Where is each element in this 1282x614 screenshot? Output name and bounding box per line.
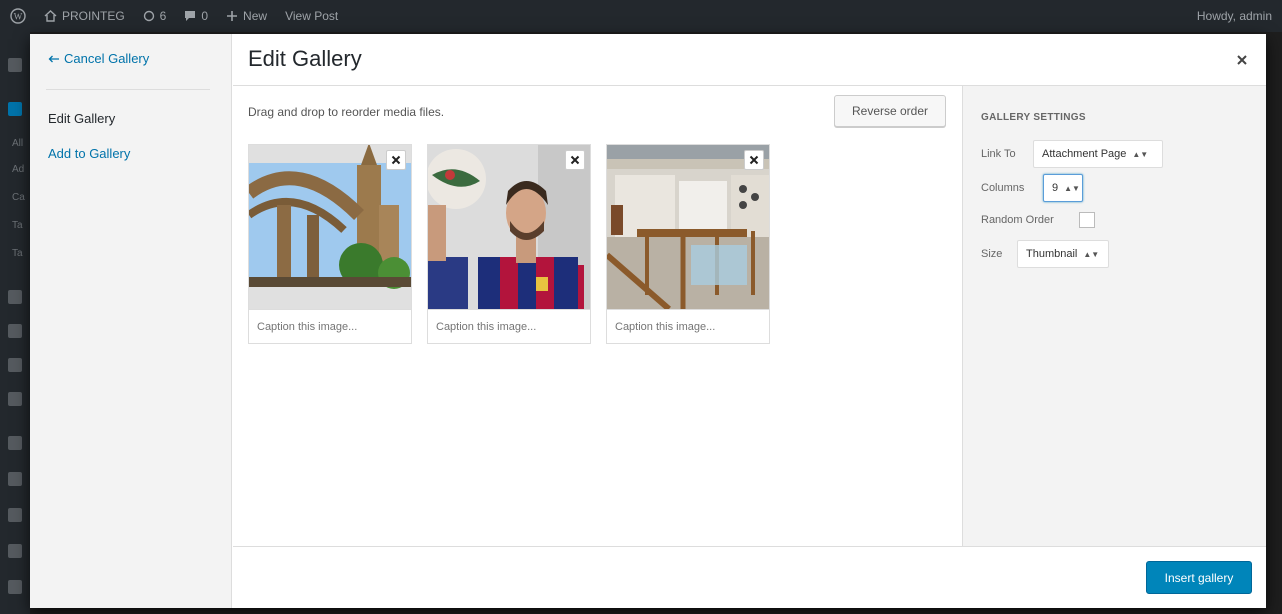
media-menu: Cancel Gallery Edit Gallery Add to Galle… — [30, 34, 232, 608]
pages-icon[interactable] — [8, 324, 22, 338]
updates-link[interactable]: 6 — [143, 9, 167, 23]
admin-side-menu: All Ad Ca Ta Ta — [0, 32, 30, 614]
media-icon[interactable] — [8, 290, 22, 304]
menu-separator — [46, 89, 210, 90]
modal-title-bar: Edit Gallery — [233, 34, 1266, 86]
home-icon — [44, 10, 57, 22]
site-name-link[interactable]: PROINTEG — [44, 9, 125, 23]
close-icon — [749, 155, 759, 165]
random-order-checkbox[interactable] — [1079, 212, 1095, 228]
remove-attachment-button[interactable] — [386, 150, 406, 170]
close-icon — [1237, 55, 1247, 65]
users-icon[interactable] — [8, 508, 22, 522]
comments-count: 0 — [201, 9, 209, 23]
gallery-settings-heading: GALLERY SETTINGS — [981, 112, 1086, 123]
menu-text-all: All — [12, 138, 24, 149]
menu-text-categories: Ca — [12, 192, 25, 203]
admin-bar: W PROINTEG 6 0 New View Post Howdy, admi… — [0, 0, 1282, 32]
caption-input[interactable] — [249, 309, 411, 343]
comments-menu-icon[interactable] — [8, 358, 22, 372]
tools-icon[interactable] — [8, 544, 22, 558]
comments-link[interactable]: 0 — [184, 9, 208, 23]
feedback-icon[interactable] — [8, 392, 22, 406]
gallery-attachment[interactable] — [248, 144, 412, 344]
select-arrows-icon: ▲▼ — [1064, 183, 1080, 193]
page-title: Edit Gallery — [248, 46, 362, 71]
caption-input[interactable] — [607, 309, 769, 343]
plugins-icon[interactable] — [8, 472, 22, 486]
gallery-settings-sidebar: GALLERY SETTINGS Link To Attachment Page… — [962, 86, 1266, 546]
close-modal-button[interactable] — [1230, 48, 1254, 72]
columns-label: Columns — [981, 182, 1025, 194]
size-value: Thumbnail — [1026, 248, 1078, 260]
arrow-left-icon — [48, 55, 59, 62]
media-modal: Cancel Gallery Edit Gallery Add to Galle… — [30, 34, 1266, 608]
dashboard-icon[interactable] — [8, 58, 22, 72]
close-icon — [570, 155, 580, 165]
howdy-user-menu[interactable]: Howdy, admin — [1197, 9, 1272, 23]
menu-item-add-to-gallery[interactable]: Add to Gallery — [48, 146, 130, 161]
menu-text-tags-2: Ta — [12, 248, 23, 259]
new-content-link[interactable]: New — [226, 9, 267, 23]
posts-icon[interactable] — [8, 102, 22, 116]
link-to-select[interactable]: Attachment Page ▲▼ — [1033, 140, 1163, 168]
remove-attachment-button[interactable] — [565, 150, 585, 170]
cancel-gallery-label: Cancel Gallery — [64, 51, 150, 66]
columns-value: 9 — [1052, 182, 1059, 194]
remove-attachment-button[interactable] — [744, 150, 764, 170]
settings-icon[interactable] — [8, 580, 22, 594]
columns-select[interactable]: 9 ▲▼ — [1043, 174, 1083, 202]
menu-text-add: Ad — [12, 164, 25, 175]
random-order-label: Random Order — [981, 214, 1054, 226]
select-arrows-icon: ▲▼ — [1132, 149, 1149, 159]
reverse-order-button[interactable]: Reverse order — [834, 95, 946, 127]
link-to-label: Link To — [981, 148, 1016, 160]
insert-gallery-button[interactable]: Insert gallery — [1146, 561, 1252, 594]
new-label: New — [243, 9, 268, 23]
comment-icon — [185, 11, 196, 21]
menu-text-tags: Ta — [12, 220, 23, 231]
close-icon — [391, 155, 401, 165]
appearance-icon[interactable] — [8, 436, 22, 450]
size-select[interactable]: Thumbnail ▲▼ — [1017, 240, 1109, 268]
wordpress-logo-icon[interactable]: W — [10, 8, 26, 24]
gallery-content: Drag and drop to reorder media files. Re… — [233, 86, 962, 546]
select-arrows-icon: ▲▼ — [1083, 249, 1100, 259]
updates-icon — [143, 10, 154, 22]
size-label: Size — [981, 248, 1003, 260]
modal-toolbar: Insert gallery — [233, 546, 1266, 608]
gallery-attachment[interactable] — [606, 144, 770, 344]
link-to-value: Attachment Page — [1042, 148, 1127, 160]
plus-icon — [227, 11, 238, 21]
caption-input[interactable] — [428, 309, 590, 343]
updates-count: 6 — [159, 9, 167, 23]
svg-text:W: W — [14, 12, 23, 22]
view-post-link[interactable]: View Post — [285, 9, 338, 23]
cancel-gallery-link[interactable]: Cancel Gallery — [48, 51, 149, 66]
gallery-attachment[interactable] — [427, 144, 591, 344]
menu-item-edit-gallery[interactable]: Edit Gallery — [48, 111, 115, 126]
site-name: PROINTEG — [62, 9, 125, 23]
drag-instructions: Drag and drop to reorder media files. — [248, 105, 445, 119]
